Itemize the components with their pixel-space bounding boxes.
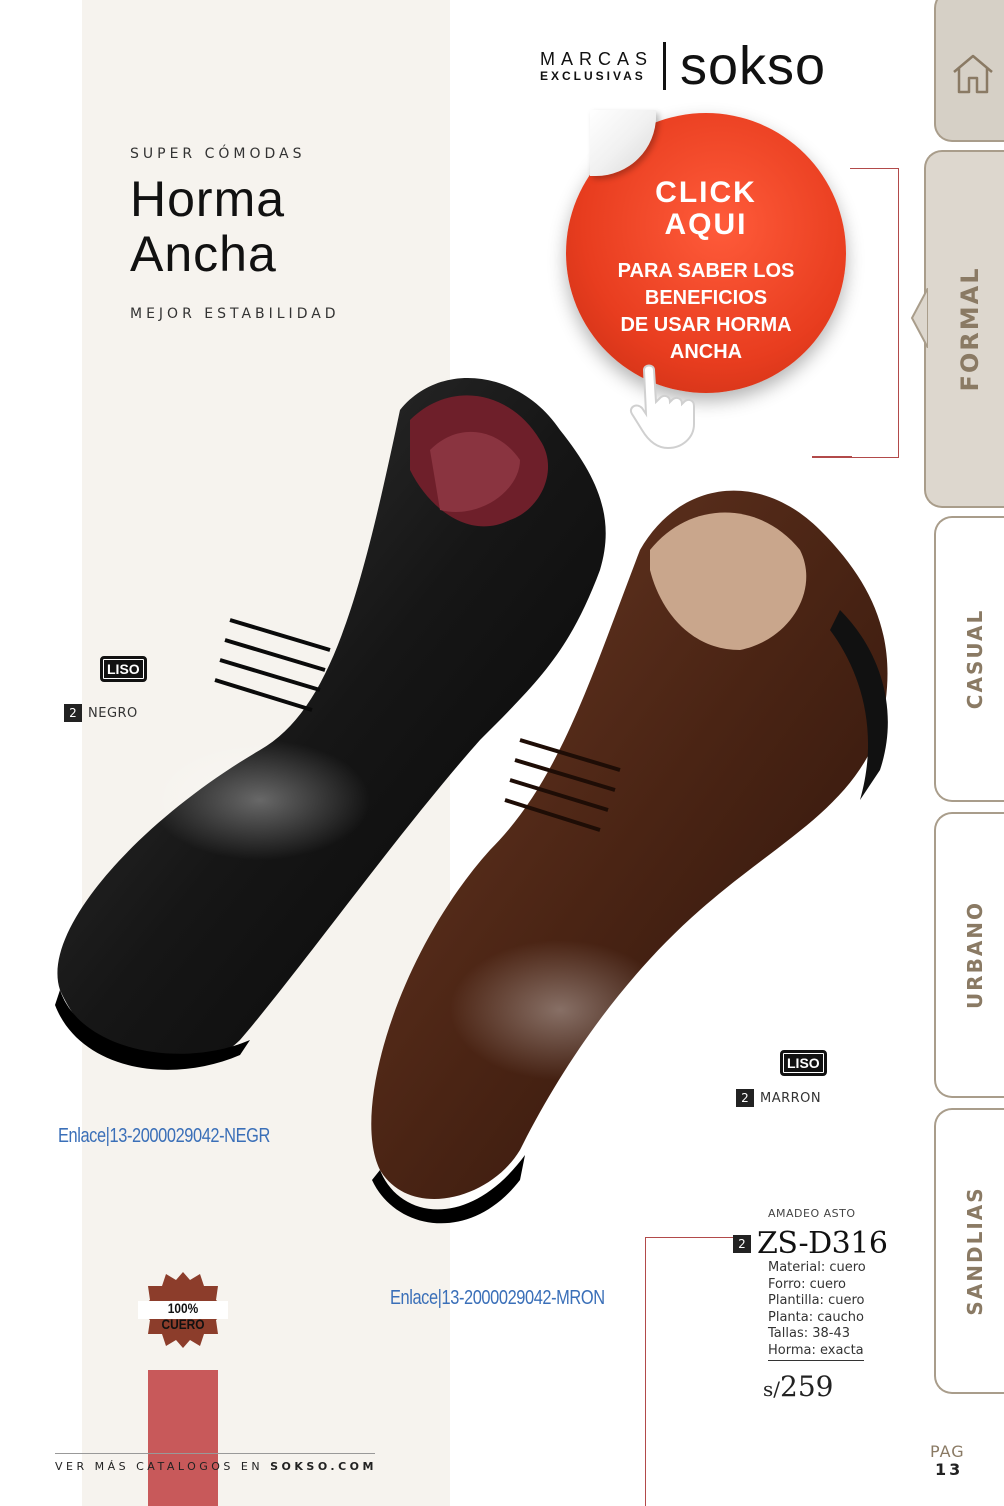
hero-kicker: SUPER CÓMODAS: [130, 146, 306, 162]
spec-frame-line: [645, 1237, 735, 1506]
color-name: NEGRO: [88, 705, 138, 721]
tab-home[interactable]: [934, 0, 1004, 142]
finish-badge-label: LISO: [780, 1050, 827, 1076]
finish-badge-label: LISO: [100, 656, 147, 682]
brand-tagline: MARCAS EXCLUSIVAS: [540, 50, 653, 82]
spec-forro: Forro: cuero: [768, 1276, 847, 1292]
spec-planta: Planta: caucho: [768, 1309, 864, 1325]
color-count: 2: [64, 704, 82, 722]
spec-tallas: Tallas: 38-43: [768, 1326, 851, 1342]
spec-plantilla: Plantilla: cuero: [768, 1293, 865, 1309]
page-label: PAG: [930, 1442, 965, 1461]
leather-badge-text: 100% CUERO: [161, 1300, 205, 1332]
brand-logo: sokso: [680, 36, 827, 96]
tab-urbano-label: URBANO: [963, 900, 987, 1010]
price-currency: s/: [763, 1377, 781, 1401]
product-code-row: 2 ZS-D316: [733, 1226, 888, 1261]
hero-subtitle: MEJOR ESTABILIDAD: [130, 306, 340, 322]
footer-text: VER MÁS CATALOGOS EN SOKSO.COM: [55, 1460, 377, 1473]
tab-sandlias[interactable]: SANDLIAS: [934, 1108, 1004, 1394]
product-link-marron[interactable]: Enlace|13-2000029042-MRON: [390, 1287, 605, 1310]
tab-casual-label: CASUAL: [963, 608, 987, 710]
cta-headline-line1: CLICK: [655, 176, 757, 209]
finish-badge-negro: LISO: [100, 656, 147, 682]
color-name: MARRON: [760, 1090, 822, 1106]
tab-formal-label: FORMAL: [956, 266, 984, 392]
tab-formal[interactable]: FORMAL: [924, 150, 1004, 508]
finish-badge-marron: LISO: [780, 1050, 827, 1076]
accent-bar: [148, 1370, 218, 1506]
spec-horma: Horma: exacta: [768, 1343, 864, 1361]
color-tag-marron: 2 MARRON: [736, 1089, 821, 1107]
cta-headline: CLICK AQUI: [566, 177, 846, 241]
product-price: s/259: [763, 1370, 833, 1403]
pointer-hand-icon: [630, 364, 695, 450]
footer-site-link[interactable]: SOKSO.COM: [270, 1460, 377, 1473]
tab-urbano[interactable]: URBANO: [934, 812, 1004, 1098]
active-tab-notch: [910, 288, 928, 348]
footer-label: VER MÁS CATALOGOS EN: [55, 1460, 264, 1473]
cta-headline-line2: AQUI: [664, 208, 748, 241]
color-tag-negro: 2 NEGRO: [64, 704, 138, 722]
product-code: ZS-D316: [757, 1226, 888, 1261]
price-value: 259: [780, 1370, 834, 1403]
footer-divider: [55, 1453, 375, 1454]
hero-title-line1: Horma: [130, 171, 286, 227]
product-specs: Material: cuero Forro: cuero Plantilla: …: [768, 1260, 866, 1361]
product-count: 2: [733, 1234, 751, 1253]
hero-title: Horma Ancha: [130, 172, 285, 282]
page-number: 13: [935, 1460, 964, 1479]
brand-header: MARCAS EXCLUSIVAS sokso: [540, 38, 826, 94]
brand-exclusivas: EXCLUSIVAS: [540, 69, 646, 83]
brand-marcas: MARCAS: [540, 49, 654, 69]
tab-sandlias-label: SANDLIAS: [963, 1186, 987, 1316]
page-indicator: PAG 13: [930, 1443, 965, 1479]
color-count: 2: [736, 1089, 754, 1107]
cta-body: PARA SABER LOS BENEFICIOS DE USAR HORMA …: [617, 260, 795, 363]
cta-frame-line-bottom: [812, 456, 852, 458]
spec-material: Material: cuero: [768, 1260, 866, 1275]
home-icon: [953, 54, 993, 94]
hero-title-line2: Ancha: [130, 226, 277, 282]
tab-casual[interactable]: CASUAL: [934, 516, 1004, 802]
brand-divider: [663, 42, 667, 90]
product-brand: AMADEO ASTO: [768, 1207, 856, 1220]
product-link-negro[interactable]: Enlace|13-2000029042-NEGR: [58, 1125, 270, 1148]
